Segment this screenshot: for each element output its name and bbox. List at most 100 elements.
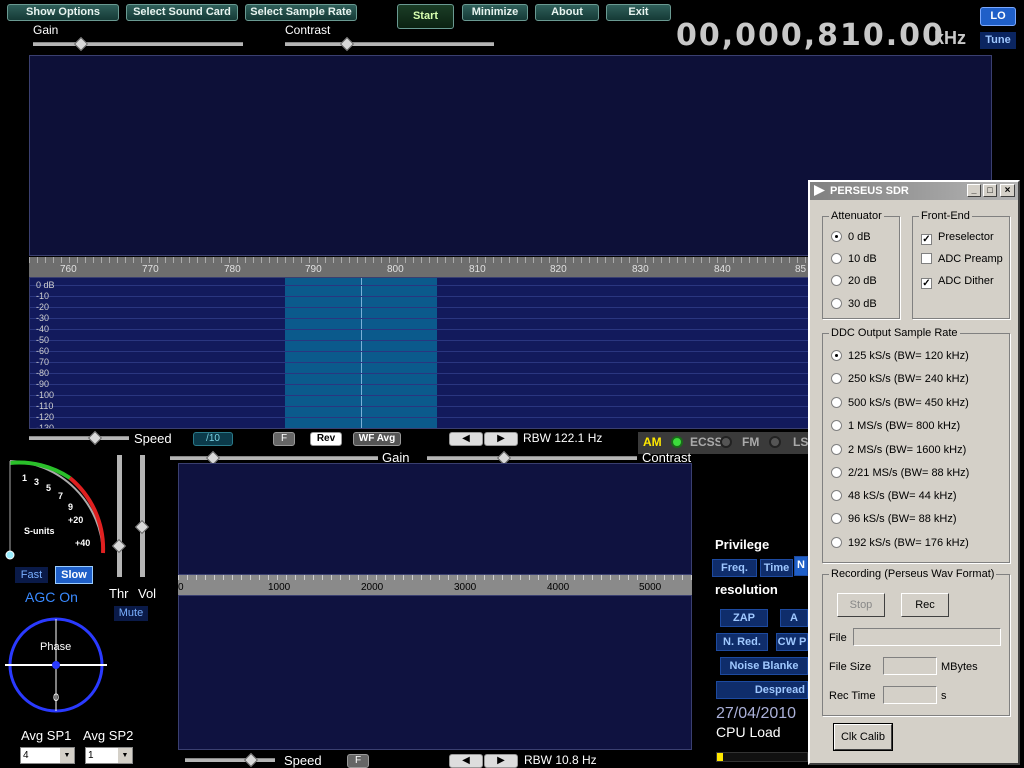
f-button[interactable]: F [273,432,295,446]
clk-calib-button[interactable]: Clk Calib [833,723,893,751]
maximize-window-icon[interactable]: □ [983,184,997,197]
noise-blanker-button[interactable]: Noise Blanke [720,657,808,675]
chevron-down-icon[interactable]: ▼ [118,748,132,763]
checkbox-icon[interactable] [921,253,932,264]
slider-thumb[interactable] [87,430,103,446]
checkbox-checked-icon[interactable]: ✓ [921,234,932,245]
att-0db-radio[interactable]: 0 dB [831,231,871,243]
audio-contrast-slider[interactable] [427,450,637,466]
mute-button[interactable]: Mute [114,606,148,621]
radio-icon[interactable] [831,373,842,384]
minimize-window-icon[interactable]: _ [967,184,981,197]
file-field[interactable] [853,628,1001,646]
show-options-button[interactable]: Show Options [7,4,119,21]
wf-avg-button[interactable]: WF Avg [353,432,401,446]
audio-step-left-button[interactable]: ◀ [449,754,483,768]
tune-button[interactable]: Tune [980,32,1016,49]
avg-sp1-select[interactable]: 4 ▼ [20,747,75,764]
perseus-sdr-dialog[interactable]: PERSEUS SDR _ □ × Attenuator 0 dB 10 dB … [808,180,1020,765]
a-button[interactable]: A [780,609,808,627]
radio-icon[interactable] [831,444,842,455]
mode-ls-button[interactable]: LS [793,435,808,449]
chevron-down-icon[interactable]: ▼ [60,748,74,763]
agc-slow-button[interactable]: Slow [55,566,93,584]
slider-thumb[interactable] [73,36,89,52]
mode-fm-button[interactable]: FM [742,435,759,449]
radio-icon[interactable] [831,275,842,286]
ddc-option[interactable]: 192 kS/s (BW= 176 kHz) [831,537,969,549]
audio-frequency-scale[interactable]: 0 1000 2000 3000 4000 5000 [178,575,692,595]
ddc-option[interactable]: 2/21 MS/s (BW= 88 kHz) [831,467,969,479]
close-window-icon[interactable]: × [1000,184,1015,197]
zap-button[interactable]: ZAP [720,609,768,627]
spectrum-frequency-scale[interactable]: 760 770 780 790 800 810 820 830 840 85 [29,257,809,277]
frequency-display[interactable]: 00,000,810.00 [676,18,945,53]
att-30db-radio[interactable]: 30 dB [831,298,877,310]
ddc-option[interactable]: 125 kS/s (BW= 120 kHz) [831,350,969,362]
slider-thumb[interactable] [243,752,259,768]
start-button[interactable]: Start [397,4,454,29]
rev-button[interactable]: Rev [310,432,342,446]
dialog-titlebar[interactable]: PERSEUS SDR _ □ × [810,182,1018,200]
audio-f-button[interactable]: F [347,754,369,768]
time-privilege-button[interactable]: Time [760,559,793,577]
spectrum-db-plot[interactable]: 0 dB -10 -20 -30 -40 -50 -60 -70 -80 -90 -100 -110-… [29,277,809,429]
mode-ecss-button[interactable]: ECSS [690,435,723,449]
radio-icon[interactable] [831,253,842,264]
despread-button[interactable]: Despread [716,681,808,699]
slider-thumb[interactable] [134,519,150,535]
ddc-option[interactable]: 96 kS/s (BW= 88 kHz) [831,513,957,525]
freq-privilege-button[interactable]: Freq. [712,559,757,577]
step-left-button[interactable]: ◀ [449,432,483,446]
adc-preamp-checkbox[interactable]: ADC Preamp [921,253,1003,265]
audio-spectrum[interactable] [178,595,692,750]
about-button[interactable]: About [535,4,599,21]
mode-am-button[interactable]: AM [643,435,662,449]
radio-icon[interactable] [831,231,842,242]
adc-dither-checkbox[interactable]: ✓ ADC Dither [921,275,994,289]
ddc-option[interactable]: 2 MS/s (BW= 1600 kHz) [831,444,966,456]
minimize-button[interactable]: Minimize [462,4,528,21]
radio-icon[interactable] [831,490,842,501]
speed-divider-button[interactable]: /10 [193,432,233,446]
ddc-option[interactable]: 48 kS/s (BW= 44 kHz) [831,490,957,502]
select-sample-rate-button[interactable]: Select Sample Rate [245,4,357,21]
radio-icon[interactable] [831,467,842,478]
select-sound-card-button[interactable]: Select Sound Card [126,4,238,21]
lo-button[interactable]: LO [980,7,1016,26]
checkbox-checked-icon[interactable]: ✓ [921,278,932,289]
radio-icon[interactable] [831,397,842,408]
exit-button[interactable]: Exit [606,4,671,21]
n-privilege-button[interactable]: N [794,556,808,576]
step-right-button[interactable]: ▶ [484,432,518,446]
preselector-checkbox[interactable]: ✓ Preselector [921,231,994,245]
rec-button[interactable]: Rec [901,593,949,617]
agc-fast-button[interactable]: Fast [15,567,48,583]
threshold-slider[interactable] [111,455,127,577]
slider-thumb[interactable] [339,36,355,52]
radio-icon[interactable] [831,298,842,309]
ddc-option[interactable]: 1 MS/s (BW= 800 kHz) [831,420,960,432]
stop-record-button[interactable]: Stop [837,593,885,617]
volume-slider[interactable] [134,455,150,577]
agc-status[interactable]: AGC On [25,589,78,605]
top-contrast-slider[interactable] [285,36,494,52]
att-20db-radio[interactable]: 20 dB [831,275,877,287]
avg-sp2-select[interactable]: 1 ▼ [85,747,133,764]
noise-reduction-button[interactable]: N. Red. [716,633,768,651]
ddc-option[interactable]: 250 kS/s (BW= 240 kHz) [831,373,969,385]
radio-icon[interactable] [831,537,842,548]
top-gain-slider[interactable] [33,36,243,52]
audio-speed-slider[interactable] [185,752,275,768]
radio-icon[interactable] [831,513,842,524]
audio-waterfall[interactable] [178,463,692,575]
cw-peak-button[interactable]: CW P [776,633,808,651]
radio-icon[interactable] [831,350,842,361]
radio-icon[interactable] [831,420,842,431]
audio-gain-slider[interactable] [170,450,378,466]
slider-thumb[interactable] [111,538,127,554]
ddc-option[interactable]: 500 kS/s (BW= 450 kHz) [831,397,969,409]
speed-slider[interactable] [29,430,129,446]
audio-step-right-button[interactable]: ▶ [484,754,518,768]
att-10db-radio[interactable]: 10 dB [831,253,877,265]
